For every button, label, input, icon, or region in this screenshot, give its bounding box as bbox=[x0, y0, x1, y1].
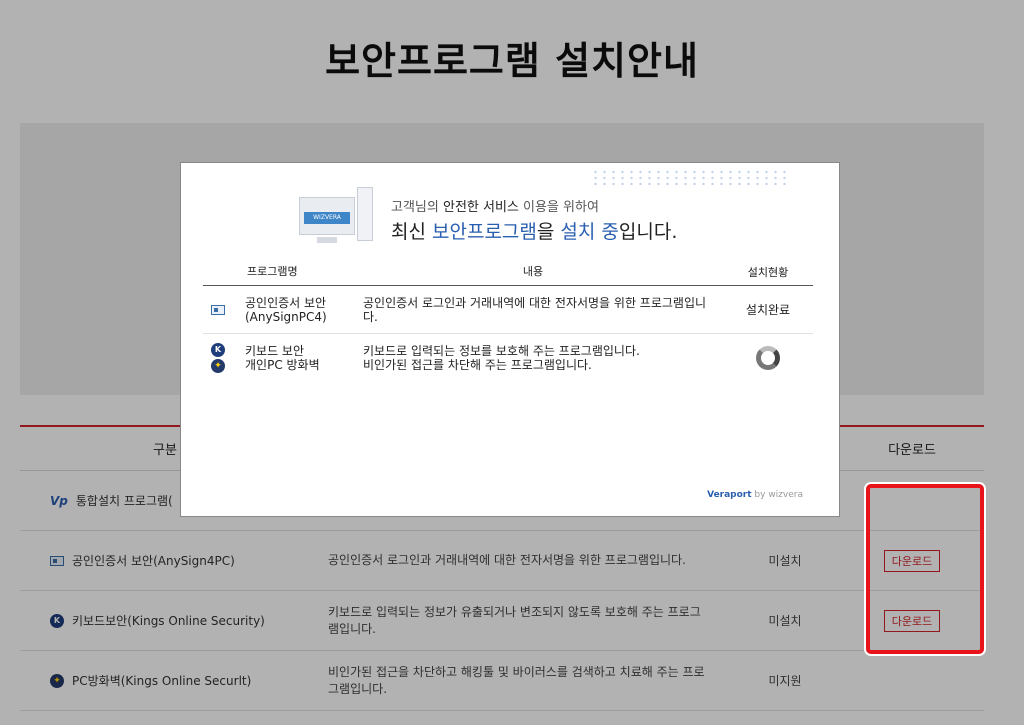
install-status: 설치완료 bbox=[745, 303, 791, 317]
install-program-name: 키보드 보안 개인PC 방화벽 bbox=[245, 344, 320, 372]
certificate-icon bbox=[211, 304, 225, 315]
kings-shield-icon: K bbox=[211, 343, 225, 357]
install-progress-dialog: WIZVERA 고객님의 안전한 서비스 이용을 위하여 최신 보안프로그램을 … bbox=[180, 162, 840, 517]
monitor-icon: WIZVERA bbox=[299, 187, 375, 251]
decorative-dots bbox=[591, 169, 791, 185]
install-program-desc: 키보드로 입력되는 정보를 보호해 주는 프로그램입니다. 비인가된 접근를 차단… bbox=[363, 344, 640, 372]
install-table-header: 프로그램명 내용 설치현황 bbox=[203, 258, 813, 286]
header-status: 설치현황 bbox=[747, 265, 789, 279]
header-content: 내용 bbox=[522, 264, 544, 278]
firewall-icon: ✦ bbox=[211, 359, 225, 373]
install-program-desc: 공인인증서 로그인과 거래내역에 대한 전자서명을 위한 프로그램입니 다. bbox=[363, 295, 707, 324]
download-highlight-box bbox=[866, 484, 984, 654]
dialog-footer-brand: Veraport by wizvera bbox=[707, 490, 803, 500]
install-row: 공인인증서 보안 (AnySignPC4) 공인인증서 로그인과 거래내역에 대한… bbox=[203, 286, 813, 334]
dialog-heading: 최신 보안프로그램을 설치 중입니다. bbox=[391, 221, 678, 243]
loading-spinner-icon bbox=[756, 346, 780, 370]
header-program: 프로그램명 bbox=[247, 264, 298, 278]
install-status-table: 프로그램명 내용 설치현황 공인인증서 보안 (AnySignPC4) 공인인증서… bbox=[203, 258, 813, 382]
monitor-label: WIZVERA bbox=[304, 212, 350, 224]
install-program-name: 공인인증서 보안 (AnySignPC4) bbox=[245, 295, 327, 324]
dialog-subtitle: 고객님의 안전한 서비스 이용을 위하여 bbox=[391, 200, 599, 215]
install-row: K ✦ 키보드 보안 개인PC 방화벽 키보드로 입력되는 정보를 보호해 주는 … bbox=[203, 334, 813, 382]
